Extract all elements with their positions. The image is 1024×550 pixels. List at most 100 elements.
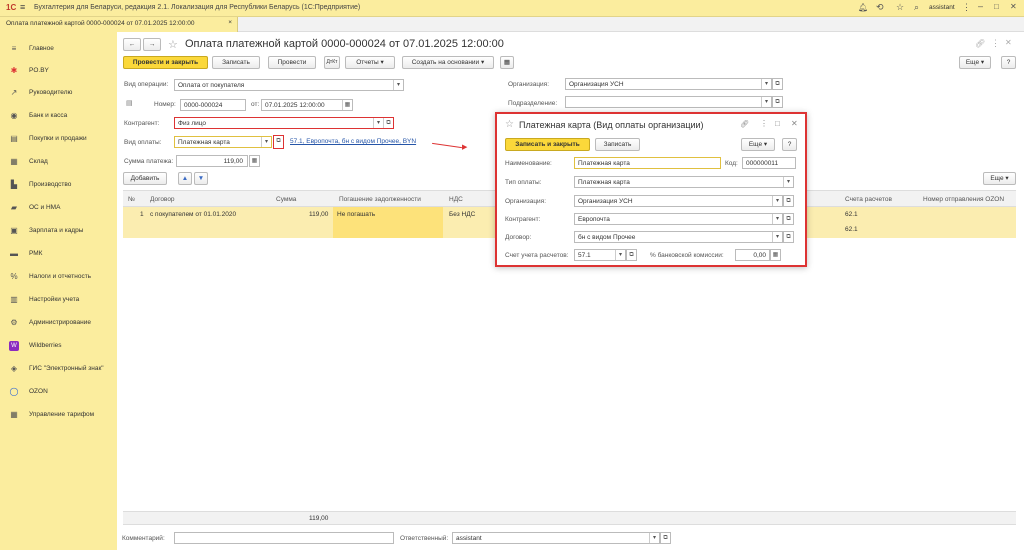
comment-field[interactable]: [174, 532, 394, 544]
chevron-down-icon[interactable]: ▾: [393, 80, 403, 90]
dialog-counterparty-field[interactable]: Европочта ▾: [574, 213, 783, 225]
chevron-down-icon[interactable]: ▾: [373, 118, 383, 128]
close-icon[interactable]: ✕: [1010, 2, 1017, 11]
dialog-close-icon[interactable]: ✕: [791, 119, 798, 128]
dt-kt-button[interactable]: ДтКт: [324, 56, 340, 69]
open-responsible-icon[interactable]: ⧉: [660, 532, 671, 544]
sidebar-item[interactable]: ▦ Управление тарифом: [0, 406, 117, 424]
chevron-down-icon[interactable]: ▾: [772, 196, 782, 206]
open-icon[interactable]: ⧉: [383, 118, 393, 128]
chevron-down-icon[interactable]: ▾: [772, 232, 782, 242]
sidebar-item[interactable]: ▰ ОС и НМА: [0, 199, 117, 217]
col-accounts[interactable]: Счета расчетов: [845, 196, 892, 203]
chevron-down-icon[interactable]: ▾: [761, 79, 771, 89]
bell-icon[interactable]: 🔔︎: [858, 3, 868, 12]
print-icon[interactable]: ▦: [500, 56, 514, 69]
calendar-icon[interactable]: ▦: [342, 100, 352, 110]
open-pay-type-icon[interactable]: ⧉: [273, 135, 284, 149]
dialog-star-icon[interactable]: ☆: [505, 119, 514, 130]
chevron-down-icon[interactable]: ▾: [649, 533, 659, 543]
menu-icon[interactable]: ≡: [20, 2, 25, 12]
counterparty-field[interactable]: Физ лицо ▾ ⧉: [174, 117, 394, 129]
sidebar-item[interactable]: ⚙ Администрирование: [0, 314, 117, 332]
col-number[interactable]: №: [128, 196, 135, 203]
save-button[interactable]: Записать: [212, 56, 260, 69]
star-icon[interactable]: ☆: [896, 2, 904, 13]
sidebar-item[interactable]: ▬ РМК: [0, 245, 117, 263]
tab-close-icon[interactable]: ×: [228, 19, 232, 26]
col-contract[interactable]: Договор: [150, 196, 175, 203]
sidebar-item[interactable]: ▤ Покупки и продажи: [0, 130, 117, 148]
search-icon[interactable]: ⌕: [914, 2, 919, 13]
sidebar-item[interactable]: ◉ Банк и касса: [0, 107, 117, 125]
dialog-calculator-icon[interactable]: ▦: [770, 249, 781, 261]
sidebar-item[interactable]: ≡ Главное: [0, 40, 117, 58]
dialog-open-contract-icon[interactable]: ⧉: [783, 231, 794, 243]
col-ozon[interactable]: Номер отправления OZON: [923, 196, 1004, 203]
chevron-down-icon[interactable]: ▾: [783, 177, 793, 187]
dialog-maximize-icon[interactable]: □: [775, 119, 780, 128]
favorite-star-icon[interactable]: ☆: [168, 38, 178, 51]
sidebar-item[interactable]: ◈ ГИС "Электронный знак": [0, 360, 117, 378]
dialog-more-button[interactable]: Еще ▾: [741, 138, 775, 151]
sidebar-item[interactable]: ▥ Настройки учета: [0, 291, 117, 309]
repayment-cell[interactable]: Не погашать: [333, 207, 443, 238]
dialog-more-icon[interactable]: ⋮: [760, 119, 768, 128]
chevron-down-icon[interactable]: ▾: [761, 97, 771, 107]
dialog-account-field[interactable]: 57.1 ▾: [574, 249, 626, 261]
minimize-icon[interactable]: –: [978, 1, 983, 11]
table-more-button[interactable]: Еще ▾: [983, 172, 1016, 185]
dialog-paytype-field[interactable]: Платежная карта ▾: [574, 176, 794, 188]
dialog-save-button[interactable]: Записать: [595, 138, 640, 151]
sidebar-item[interactable]: ◯ OZON: [0, 383, 117, 401]
post-button[interactable]: Провести: [268, 56, 316, 69]
pay-type-details-link[interactable]: 57.1, Европочта, бн с видом Прочее, BYN: [290, 138, 416, 145]
date-field[interactable]: 07.01.2025 12:00:00 ▦: [261, 99, 353, 111]
open-division-icon[interactable]: ⧉: [772, 96, 783, 108]
1c-logo-icon[interactable]: 1С: [6, 3, 16, 12]
create-based-on-button[interactable]: Создать на основании ▾: [402, 56, 494, 69]
move-down-button[interactable]: ▼: [194, 172, 208, 185]
help-button[interactable]: ?: [1001, 56, 1016, 69]
tab-document[interactable]: Оплата платежной картой 0000-000024 от 0…: [0, 17, 238, 32]
chevron-down-icon[interactable]: ▾: [261, 137, 271, 147]
pay-type-field[interactable]: Платежная карта ▾: [174, 136, 272, 148]
open-org-icon[interactable]: ⧉: [772, 78, 783, 90]
dialog-save-close-button[interactable]: Записать и закрыть: [505, 138, 590, 151]
close-form-icon[interactable]: ✕: [1005, 38, 1012, 47]
more-actions-icon[interactable]: ⋮: [991, 38, 1000, 49]
add-row-button[interactable]: Добавить: [123, 172, 167, 185]
back-button[interactable]: ←: [123, 38, 141, 51]
dialog-name-field[interactable]: Платежная карта: [574, 157, 721, 169]
sidebar-item[interactable]: W Wildberries: [0, 337, 117, 355]
dialog-contract-field[interactable]: бн с видом Прочее ▾: [574, 231, 783, 243]
division-field[interactable]: ▾: [565, 96, 772, 108]
dialog-org-field[interactable]: Организация УСН ▾: [574, 195, 783, 207]
settings-icon[interactable]: ▤: [126, 99, 133, 107]
dialog-code-field[interactable]: 000000011: [742, 157, 796, 169]
move-up-button[interactable]: ▲: [178, 172, 192, 185]
op-type-field[interactable]: Оплата от покупателя ▾: [174, 79, 404, 91]
sidebar-item[interactable]: % Налоги и отчетность: [0, 268, 117, 286]
responsible-field[interactable]: assistant ▾: [452, 532, 660, 544]
forward-button[interactable]: →: [143, 38, 161, 51]
chevron-down-icon[interactable]: ▾: [772, 214, 782, 224]
dialog-open-account-icon[interactable]: ⧉: [626, 249, 637, 261]
link-icon[interactable]: 🔗︎: [975, 39, 985, 48]
amount-field[interactable]: 119,00: [176, 155, 248, 167]
sidebar-item[interactable]: ✱ PO.BY: [0, 62, 117, 80]
user-name[interactable]: assistant: [929, 4, 955, 11]
col-vat[interactable]: НДС: [449, 196, 463, 203]
sidebar-item[interactable]: ↗ Руководителю: [0, 84, 117, 102]
chevron-down-icon[interactable]: ▾: [615, 250, 625, 260]
calculator-icon[interactable]: ▦: [249, 155, 260, 167]
dialog-open-org-icon[interactable]: ⧉: [783, 195, 794, 207]
post-and-close-button[interactable]: Провести и закрыть: [123, 56, 208, 69]
sidebar-item[interactable]: ▦ Склад: [0, 153, 117, 171]
maximize-icon[interactable]: □: [994, 2, 999, 11]
settings-menu-icon[interactable]: ⋮: [962, 2, 971, 13]
dialog-open-counterparty-icon[interactable]: ⧉: [783, 213, 794, 225]
dialog-link-icon[interactable]: 🔗︎: [740, 120, 749, 128]
history-icon[interactable]: ⟲: [876, 2, 884, 13]
sidebar-item[interactable]: ▣ Зарплата и кадры: [0, 222, 117, 240]
